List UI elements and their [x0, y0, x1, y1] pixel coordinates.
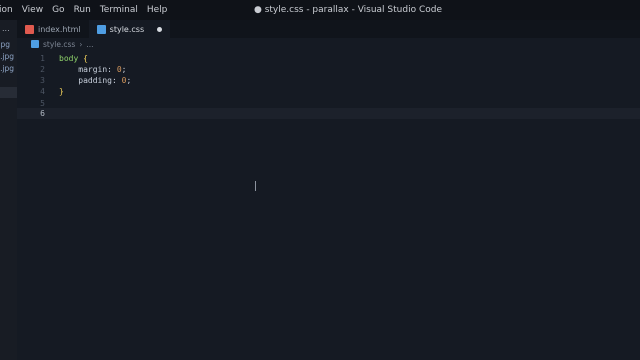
- css-file-icon: [31, 40, 39, 48]
- explorer-sidebar: ... .jpg l.jpg l.jpg: [0, 20, 17, 360]
- tab-style-css[interactable]: style.css: [88, 20, 171, 38]
- code-line[interactable]: 4}: [17, 86, 640, 97]
- code-token: margin: [78, 65, 108, 74]
- code-line[interactable]: 2 margin: 0;: [17, 64, 640, 75]
- explorer-file-item[interactable]: .jpg: [0, 40, 10, 49]
- explorer-more-icon[interactable]: ...: [2, 24, 10, 33]
- html-file-icon: [25, 24, 34, 34]
- css-file-icon: [96, 24, 106, 34]
- code-token: {: [83, 54, 88, 63]
- code-token: }: [59, 87, 64, 96]
- explorer-selected-item[interactable]: [0, 87, 17, 98]
- code-token: ;: [121, 65, 127, 74]
- code-text: }: [59, 86, 64, 97]
- vscode-window: ion View Go Run Terminal Help ● style.cs…: [0, 0, 640, 360]
- breadcrumb-separator-icon: ›: [79, 39, 83, 49]
- unsaved-dot-icon[interactable]: [157, 26, 163, 32]
- explorer-file-item[interactable]: l.jpg: [0, 52, 14, 61]
- line-number: 4: [40, 87, 45, 96]
- code-line[interactable]: 3 padding: 0;: [17, 75, 640, 86]
- code-editor[interactable]: 1 body {2 margin: 0; 3 padding: 0; 4} 5 6: [17, 50, 640, 360]
- code-token: ;: [126, 76, 132, 85]
- code-token: :: [107, 65, 117, 74]
- breadcrumb-more[interactable]: ...: [86, 40, 93, 49]
- tab-index-html[interactable]: index.html: [17, 20, 89, 38]
- code-token: :: [111, 76, 122, 85]
- breadcrumb-file[interactable]: style.css: [43, 40, 75, 49]
- tab-label: index.html: [38, 24, 81, 34]
- code-text: margin: 0;: [59, 64, 126, 75]
- code-token: padding: [78, 76, 112, 85]
- explorer-file-item[interactable]: l.jpg: [0, 64, 14, 73]
- window-title: ● style.css - parallax - Visual Studio C…: [253, 5, 442, 15]
- title-bar: ion View Go Run Terminal Help ● style.cs…: [0, 0, 640, 20]
- line-number: 2: [40, 65, 45, 74]
- tab-label: style.css: [109, 24, 145, 34]
- code-line[interactable]: 1 body {: [17, 53, 640, 64]
- line-number: 6: [40, 109, 45, 118]
- code-token: body: [59, 54, 79, 63]
- code-text: padding: 0;: [59, 75, 131, 86]
- line-number: 1: [40, 54, 45, 63]
- editor-tabs: index.html style.css: [17, 20, 640, 38]
- code-line[interactable]: 6: [17, 108, 640, 119]
- line-number: 3: [40, 76, 45, 85]
- breadcrumb: style.css › ...: [17, 38, 640, 50]
- mouse-cursor-icon: [255, 181, 256, 191]
- code-text: body {: [59, 53, 88, 64]
